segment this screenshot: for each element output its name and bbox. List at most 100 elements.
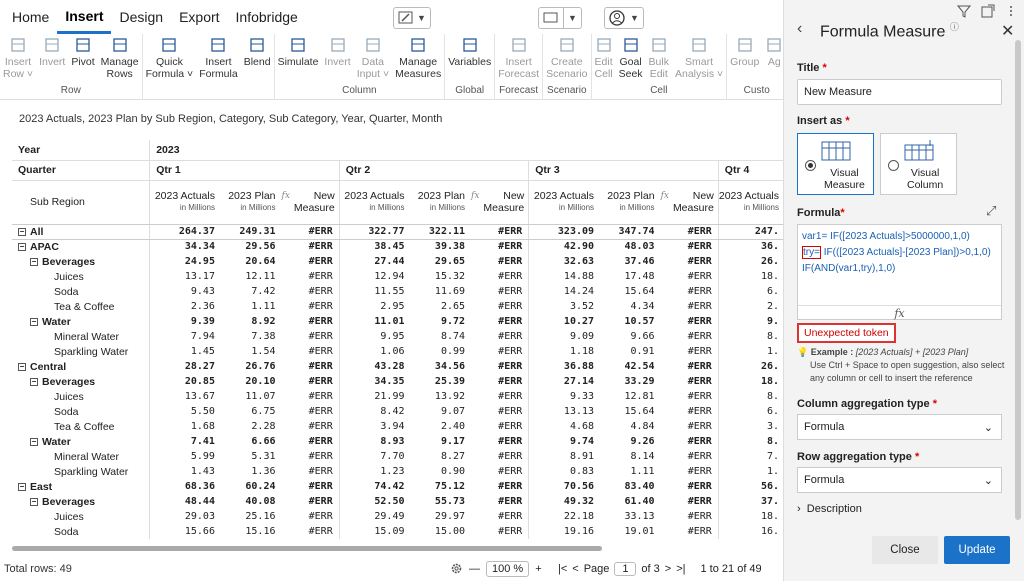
table-cell[interactable]: #ERR: [659, 239, 719, 254]
table-cell[interactable]: 11.01: [338, 314, 409, 329]
filter-icon[interactable]: [957, 4, 971, 18]
create-scenario-button[interactable]: Create Scenario: [543, 34, 590, 82]
manage-measures-button[interactable]: Manage Measures: [392, 34, 444, 82]
table-cell[interactable]: #ERR: [280, 329, 340, 344]
table-cell[interactable]: 347.74: [598, 224, 659, 240]
insert-forecast-button[interactable]: Insert Forecast: [495, 34, 542, 82]
table-cell[interactable]: #ERR: [280, 404, 340, 419]
table-cell[interactable]: #ERR: [280, 479, 340, 494]
table-cell[interactable]: #ERR: [659, 329, 719, 344]
info-icon[interactable]: ⓘ: [950, 22, 959, 32]
table-cell[interactable]: 11.07: [219, 389, 280, 404]
table-cell[interactable]: #ERR: [469, 359, 529, 374]
table-cell[interactable]: 15.00: [409, 524, 470, 539]
table-row[interactable]: Sparkling Water 1.45 1.54 #ERR 1.06 0.99 #ERR 1…: [12, 344, 783, 359]
table-cell[interactable]: #ERR: [469, 254, 529, 269]
table-cell[interactable]: #ERR: [469, 524, 529, 539]
table-cell[interactable]: 9.72: [409, 314, 470, 329]
column-header[interactable]: 2023 Actuals in Millions: [149, 180, 219, 225]
visual-column-option[interactable]: Visual Column: [880, 133, 957, 195]
table-cell[interactable]: 21.99: [338, 389, 409, 404]
table-cell[interactable]: 48.44: [149, 494, 219, 509]
more-icon[interactable]: [1004, 4, 1018, 18]
table-cell[interactable]: 9.07: [409, 404, 470, 419]
table-cell[interactable]: 83.40: [598, 479, 659, 494]
collapse-icon[interactable]: −: [18, 362, 26, 371]
table-cell[interactable]: 13.67: [149, 389, 219, 404]
table-cell[interactable]: 15.66: [149, 524, 219, 539]
table-cell[interactable]: 49.32: [528, 494, 599, 509]
insert-formula-button[interactable]: Insert Formula: [196, 34, 241, 82]
table-cell[interactable]: 1.: [717, 344, 783, 359]
table-cell[interactable]: 70.56: [528, 479, 599, 494]
invert-button[interactable]: Invert: [321, 34, 353, 82]
table-cell[interactable]: 6.75: [219, 404, 280, 419]
table-cell[interactable]: 2.65: [409, 299, 470, 314]
table-cell[interactable]: 4.34: [598, 299, 659, 314]
table-cell[interactable]: 37.46: [598, 254, 659, 269]
table-row[interactable]: Sparkling Water 1.43 1.36 #ERR 1.23 0.90 #ERR 0…: [12, 464, 783, 479]
table-cell[interactable]: 37.: [717, 494, 783, 509]
table-cell[interactable]: 24.95: [149, 254, 219, 269]
menu-tab-export[interactable]: Export: [171, 0, 227, 34]
table-cell[interactable]: 2.: [717, 299, 783, 314]
table-cell[interactable]: 1.68: [149, 419, 219, 434]
table-row[interactable]: Mineral Water 5.99 5.31 #ERR 7.70 8.27 #ERR 8.9…: [12, 449, 783, 464]
zoom-out-button[interactable]: —: [469, 563, 480, 575]
column-header[interactable]: 2023 Plan in Millions: [218, 180, 280, 225]
column-header[interactable]: fx New Measure: [658, 180, 719, 225]
table-cell[interactable]: 5.99: [149, 449, 219, 464]
table-cell[interactable]: #ERR: [659, 284, 719, 299]
table-cell[interactable]: 8.27: [409, 449, 470, 464]
zoom-value[interactable]: 100 %: [486, 560, 530, 577]
table-row[interactable]: − East 68.36 60.24 #ERR 74.42 75.12 #ERR 70.56 83…: [12, 479, 783, 494]
table-cell[interactable]: #ERR: [469, 509, 529, 524]
table-cell[interactable]: 3.94: [338, 419, 409, 434]
table-cell[interactable]: 42.54: [598, 359, 659, 374]
table-cell[interactable]: #ERR: [469, 314, 529, 329]
table-cell[interactable]: 26.: [717, 359, 783, 374]
table-cell[interactable]: 8.42: [338, 404, 409, 419]
table-cell[interactable]: #ERR: [659, 509, 719, 524]
table-cell[interactable]: #ERR: [280, 299, 340, 314]
table-cell[interactable]: 7.70: [338, 449, 409, 464]
table-cell[interactable]: #ERR: [469, 329, 529, 344]
table-cell[interactable]: 322.77: [338, 224, 409, 240]
table-cell[interactable]: #ERR: [280, 419, 340, 434]
collapse-icon[interactable]: −: [30, 437, 38, 446]
expand-editor-icon[interactable]: ⤢: [986, 203, 996, 219]
table-cell[interactable]: 2.28: [219, 419, 280, 434]
table-cell[interactable]: 4.84: [598, 419, 659, 434]
table-cell[interactable]: #ERR: [469, 404, 529, 419]
table-cell[interactable]: 18.: [717, 269, 783, 284]
comment-dropdown[interactable]: ▼: [563, 7, 582, 29]
fx-icon[interactable]: fx: [798, 305, 1001, 320]
table-cell[interactable]: #ERR: [659, 359, 719, 374]
table-cell[interactable]: 25.16: [219, 509, 280, 524]
table-cell[interactable]: #ERR: [659, 314, 719, 329]
measure-radio[interactable]: [805, 160, 816, 171]
table-cell[interactable]: 15.32: [409, 269, 470, 284]
table-row[interactable]: − APAC 34.34 29.56 #ERR 38.45 39.38 #ERR 42.90 48…: [12, 239, 783, 254]
table-row[interactable]: Soda 5.50 6.75 #ERR 8.42 9.07 #ERR 13.13 15.64 #E…: [12, 404, 783, 419]
table-cell[interactable]: 14.88: [528, 269, 599, 284]
table-cell[interactable]: #ERR: [659, 419, 719, 434]
table-cell[interactable]: 13.13: [528, 404, 599, 419]
table-row[interactable]: Tea & Coffee 1.68 2.28 #ERR 3.94 2.40 #ERR 4.68…: [12, 419, 783, 434]
table-cell[interactable]: #ERR: [280, 374, 340, 389]
table-cell[interactable]: #ERR: [469, 299, 529, 314]
invert-button[interactable]: Invert: [36, 34, 68, 82]
quarter-header[interactable]: Qtr 4: [717, 160, 783, 181]
table-cell[interactable]: 43.28: [338, 359, 409, 374]
table-cell[interactable]: 18.: [717, 509, 783, 524]
table-cell[interactable]: 52.50: [338, 494, 409, 509]
data-input-button[interactable]: Data Input ˅: [354, 34, 392, 82]
table-cell[interactable]: 323.09: [528, 224, 599, 240]
table-cell[interactable]: 29.65: [409, 254, 470, 269]
table-row[interactable]: − Central 28.27 26.76 #ERR 43.28 34.56 #ERR 36.8…: [12, 359, 783, 374]
table-cell[interactable]: 1.: [717, 464, 783, 479]
table-cell[interactable]: 12.81: [598, 389, 659, 404]
table-cell[interactable]: #ERR: [280, 509, 340, 524]
table-cell[interactable]: #ERR: [469, 389, 529, 404]
table-cell[interactable]: 20.64: [219, 254, 280, 269]
